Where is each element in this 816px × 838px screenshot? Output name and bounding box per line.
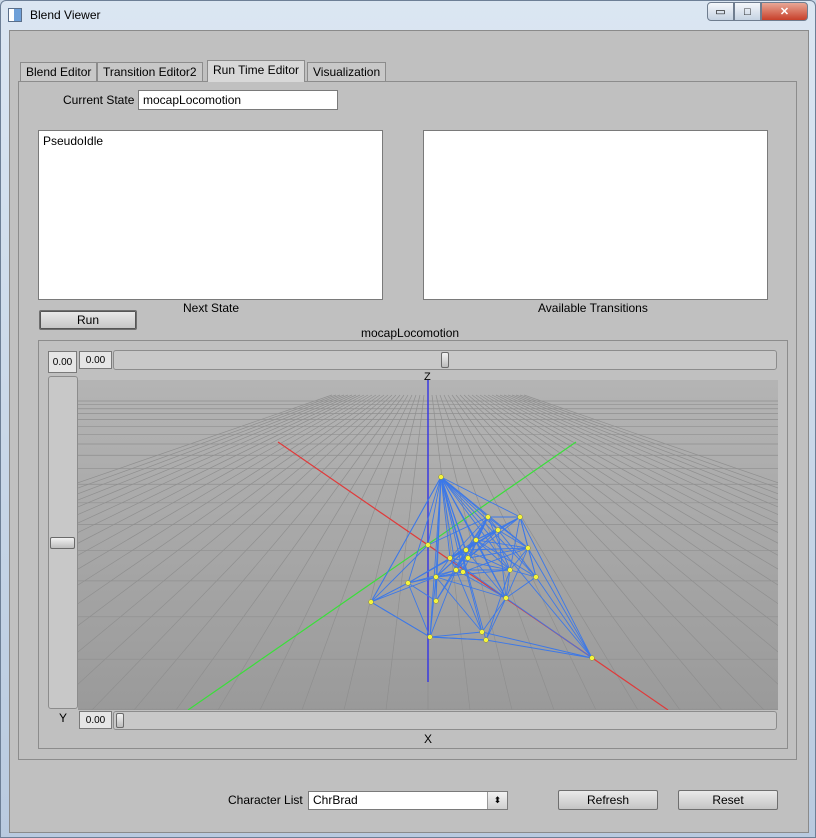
tab-label: Transition Editor2: [103, 65, 197, 79]
run-button[interactable]: Run: [39, 310, 137, 330]
reset-button[interactable]: Reset: [678, 790, 778, 810]
blend-point: [503, 595, 509, 601]
blend-point: [589, 655, 595, 661]
tab-label: Blend Editor: [26, 65, 92, 79]
blend-point: [463, 547, 469, 553]
available-transitions-list[interactable]: [423, 130, 768, 300]
blend-point: [495, 527, 501, 533]
available-transitions-label: Available Transitions: [538, 301, 648, 315]
maximize-button[interactable]: □: [734, 2, 761, 21]
blend-point: [460, 569, 466, 575]
current-state-label: Current State: [63, 93, 135, 107]
character-list-label: Character List: [228, 793, 303, 807]
blend-point: [473, 537, 479, 543]
maximize-icon: □: [744, 5, 751, 18]
app-icon: [8, 8, 22, 22]
blend-point: [525, 545, 531, 551]
y-slider-handle[interactable]: [50, 537, 75, 549]
blend-point: [405, 580, 411, 586]
blend-point: [533, 574, 539, 580]
close-icon: ✕: [779, 6, 790, 18]
blend-point: [507, 567, 513, 573]
window-title: Blend Viewer: [30, 8, 101, 22]
tab-label: Run Time Editor: [213, 63, 300, 77]
tab-visualization[interactable]: Visualization: [307, 62, 387, 81]
blend-point: [425, 542, 431, 548]
blend-point: [427, 634, 433, 640]
x-slider[interactable]: [113, 711, 777, 730]
blend-point: [438, 474, 444, 480]
close-button[interactable]: ✕: [761, 2, 808, 21]
blend-point: [433, 574, 439, 580]
blend-point: [517, 514, 523, 520]
y-axis-label: Y: [59, 711, 68, 725]
blend-point: [453, 567, 459, 573]
tab-transition-editor2[interactable]: Transition Editor2: [97, 62, 203, 81]
title-bar[interactable]: Blend Viewer ▭ □ ✕: [1, 1, 816, 29]
minimize-icon: ▭: [715, 6, 726, 18]
tab-blend-editor[interactable]: Blend Editor: [20, 62, 98, 81]
blend-point: [483, 637, 489, 643]
refresh-button[interactable]: Refresh: [558, 790, 658, 810]
z-slider-handle[interactable]: [441, 352, 449, 368]
x-value-box[interactable]: 0.00: [79, 711, 112, 729]
next-state-list[interactable]: PseudoIdle: [38, 130, 383, 300]
blend-point: [479, 629, 485, 635]
x-axis-label: X: [424, 732, 433, 746]
y-value-box[interactable]: 0.00: [48, 351, 77, 373]
blend-point: [465, 555, 471, 561]
tab-run-time-editor[interactable]: Run Time Editor: [207, 60, 306, 82]
current-state-input[interactable]: mocapLocomotion: [138, 90, 338, 110]
dropdown-arrow-icon[interactable]: ⬍: [487, 792, 507, 809]
z-value-box[interactable]: 0.00: [79, 351, 112, 369]
x-slider-handle[interactable]: [116, 713, 124, 728]
blend-point: [368, 599, 374, 605]
blend-point: [485, 514, 491, 520]
blend-point: [447, 555, 453, 561]
list-item[interactable]: PseudoIdle: [43, 134, 378, 148]
graph-title: mocapLocomotion: [361, 326, 460, 340]
minimize-button[interactable]: ▭: [707, 2, 734, 21]
blend-point: [433, 598, 439, 604]
tab-label: Visualization: [313, 65, 381, 79]
next-state-label: Next State: [183, 301, 240, 315]
3d-viewport[interactable]: [78, 380, 778, 710]
character-list-select[interactable]: ChrBrad: [308, 791, 508, 810]
